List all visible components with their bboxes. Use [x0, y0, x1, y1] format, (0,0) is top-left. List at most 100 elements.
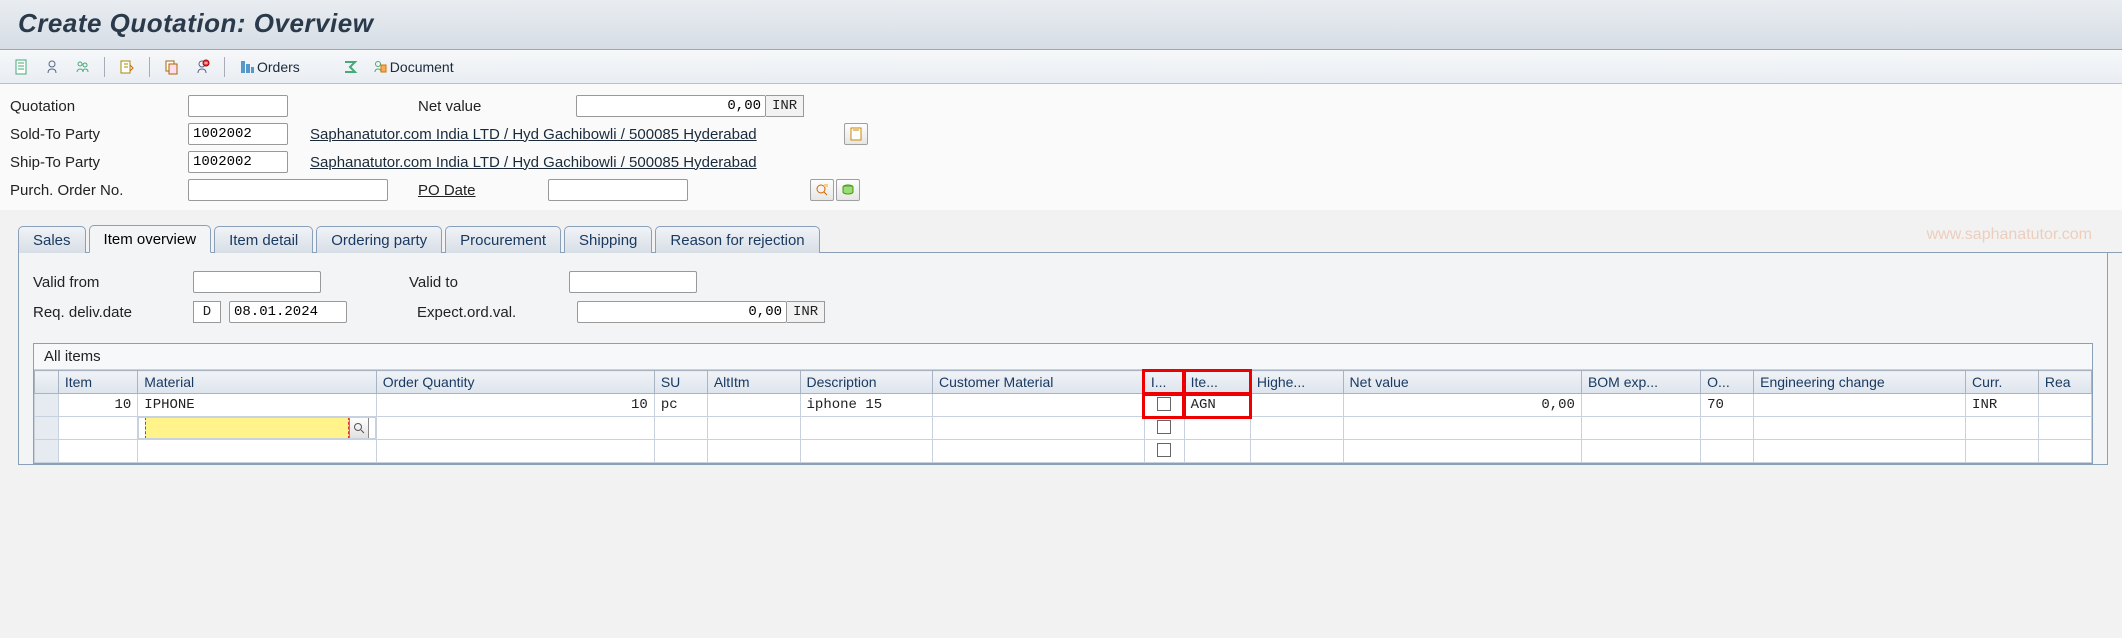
cell-desc[interactable]: iphone 15: [800, 394, 932, 417]
cell-netval[interactable]: 0,00: [1343, 394, 1581, 417]
cell-bom[interactable]: [1581, 394, 1700, 417]
col-rea[interactable]: Rea: [2038, 371, 2091, 394]
cell-rea[interactable]: [2038, 440, 2091, 463]
cell-qty[interactable]: [376, 440, 654, 463]
cell-rea[interactable]: [2038, 417, 2091, 440]
row-selector[interactable]: [35, 417, 59, 440]
cell-material[interactable]: [138, 440, 376, 463]
propose-items-icon[interactable]: [810, 179, 834, 201]
po-input[interactable]: [188, 179, 388, 201]
valid-from-input[interactable]: [193, 271, 321, 293]
col-material[interactable]: Material: [138, 371, 376, 394]
cell-curr[interactable]: [1966, 440, 2039, 463]
material-input[interactable]: [145, 417, 348, 439]
col-selector[interactable]: [35, 371, 59, 394]
col-su[interactable]: SU: [654, 371, 707, 394]
cell-altitm[interactable]: [707, 440, 800, 463]
col-netval[interactable]: Net value: [1343, 371, 1581, 394]
cell-netval[interactable]: [1343, 417, 1581, 440]
col-altitm[interactable]: AltItm: [707, 371, 800, 394]
cell-su[interactable]: [654, 440, 707, 463]
tab-sales[interactable]: Sales: [18, 226, 86, 253]
cell-custmat[interactable]: [932, 417, 1144, 440]
cell-curr[interactable]: INR: [1966, 394, 2039, 417]
col-qty[interactable]: Order Quantity: [376, 371, 654, 394]
tab-reason-rejection[interactable]: Reason for rejection: [655, 226, 819, 253]
cell-item[interactable]: [58, 417, 137, 440]
cell-o[interactable]: [1701, 440, 1754, 463]
item-proposal-icon[interactable]: [115, 56, 139, 78]
cell-curr[interactable]: [1966, 417, 2039, 440]
cell-highe[interactable]: [1250, 440, 1343, 463]
col-o[interactable]: O...: [1701, 371, 1754, 394]
col-curr[interactable]: Curr.: [1966, 371, 2039, 394]
cell-altitm[interactable]: [707, 417, 800, 440]
cell-desc[interactable]: [800, 440, 932, 463]
cell-custmat[interactable]: [932, 394, 1144, 417]
cell-su[interactable]: pc: [654, 394, 707, 417]
partner-icon[interactable]: [70, 56, 94, 78]
req-deliv-input[interactable]: [229, 301, 347, 323]
net-value-input[interactable]: [576, 95, 766, 117]
cell-netval[interactable]: [1343, 440, 1581, 463]
cell-qty[interactable]: [376, 417, 654, 440]
col-highe[interactable]: Highe...: [1250, 371, 1343, 394]
checkbox-icon[interactable]: [1157, 397, 1171, 411]
ship-to-input[interactable]: [188, 151, 288, 173]
cell-material[interactable]: IPHONE: [138, 394, 376, 417]
cell-engchange[interactable]: [1754, 394, 1966, 417]
checkbox-icon[interactable]: [1157, 420, 1171, 434]
cell-highe[interactable]: [1250, 417, 1343, 440]
sold-to-input[interactable]: [188, 123, 288, 145]
cell-qty[interactable]: 10: [376, 394, 654, 417]
cell-su[interactable]: [654, 417, 707, 440]
cell-desc[interactable]: [800, 417, 932, 440]
expect-input[interactable]: [577, 301, 787, 323]
row-selector[interactable]: [35, 440, 59, 463]
cell-i[interactable]: [1144, 417, 1184, 440]
table-row[interactable]: [35, 417, 2092, 440]
tab-item-detail[interactable]: Item detail: [214, 226, 313, 253]
table-row[interactable]: 10 IPHONE 10 pc iphone 15 AGN 0,00 70: [35, 394, 2092, 417]
cell-engchange[interactable]: [1754, 417, 1966, 440]
cell-i[interactable]: [1144, 440, 1184, 463]
cell-engchange[interactable]: [1754, 440, 1966, 463]
cell-material-active[interactable]: [138, 417, 375, 439]
cell-ite[interactable]: [1184, 417, 1250, 440]
document-button[interactable]: Document: [368, 56, 462, 78]
cell-ite[interactable]: AGN: [1184, 394, 1250, 417]
display-doc-icon[interactable]: [10, 56, 34, 78]
reject-doc-icon[interactable]: [190, 56, 214, 78]
row-selector[interactable]: [35, 394, 59, 417]
cell-ite[interactable]: [1184, 440, 1250, 463]
po-date-input[interactable]: [548, 179, 688, 201]
cell-o[interactable]: 70: [1701, 394, 1754, 417]
cell-bom[interactable]: [1581, 440, 1700, 463]
sold-to-desc[interactable]: Saphanatutor.com India LTD / Hyd Gachibo…: [310, 126, 830, 143]
header-detail-icon[interactable]: [40, 56, 64, 78]
req-deliv-type[interactable]: D: [193, 301, 221, 323]
ship-to-desc[interactable]: Saphanatutor.com India LTD / Hyd Gachibo…: [310, 154, 830, 171]
document-flow-icon[interactable]: [836, 179, 860, 201]
tab-item-overview[interactable]: Item overview: [89, 225, 212, 253]
cell-custmat[interactable]: [932, 440, 1144, 463]
col-ite[interactable]: Ite...: [1184, 371, 1250, 394]
address-create-icon[interactable]: [844, 123, 868, 145]
tab-procurement[interactable]: Procurement: [445, 226, 561, 253]
col-engchange[interactable]: Engineering change: [1754, 371, 1966, 394]
search-help-icon[interactable]: [349, 417, 369, 439]
quotation-input[interactable]: [188, 95, 288, 117]
checkbox-icon[interactable]: [1157, 443, 1171, 457]
col-desc[interactable]: Description: [800, 371, 932, 394]
col-item[interactable]: Item: [58, 371, 137, 394]
col-custmat[interactable]: Customer Material: [932, 371, 1144, 394]
cell-altitm[interactable]: [707, 394, 800, 417]
valid-to-input[interactable]: [569, 271, 697, 293]
tab-shipping[interactable]: Shipping: [564, 226, 652, 253]
cell-item[interactable]: [58, 440, 137, 463]
cell-item[interactable]: 10: [58, 394, 137, 417]
cell-bom[interactable]: [1581, 417, 1700, 440]
table-row[interactable]: [35, 440, 2092, 463]
cell-highe[interactable]: [1250, 394, 1343, 417]
cell-rea[interactable]: [2038, 394, 2091, 417]
